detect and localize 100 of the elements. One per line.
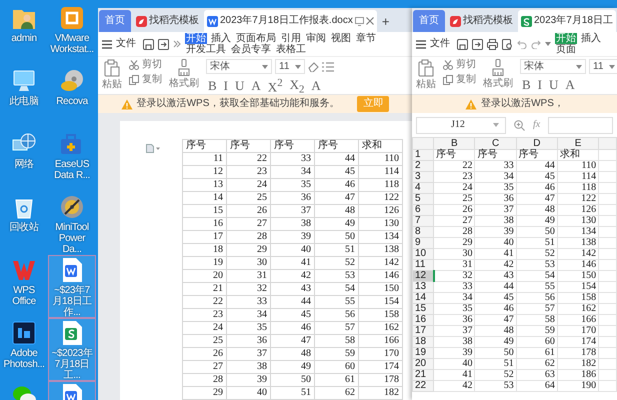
caret-icon[interactable] <box>545 42 551 46</box>
document-icon[interactable] <box>146 144 160 153</box>
font-size-dropdown[interactable]: 11 <box>589 59 617 74</box>
brush-icon[interactable] <box>178 59 190 76</box>
caret-icon[interactable] <box>576 64 582 68</box>
desktop-shortcut[interactable]: WPS Office <box>0 255 48 318</box>
format-button[interactable]: A <box>249 78 263 94</box>
ribbon-tab[interactable]: 开始 <box>185 33 207 44</box>
ribbon-tab[interactable]: 章节 <box>355 33 377 44</box>
caret-icon[interactable] <box>295 64 301 68</box>
eraser-icon[interactable] <box>308 62 319 72</box>
formula-field[interactable] <box>548 116 613 134</box>
row-header[interactable]: 3 <box>412 172 434 182</box>
ribbon-tab[interactable]: 开发工具 <box>185 44 227 55</box>
format-button[interactable]: X$^{2}$ <box>266 77 285 96</box>
name-box[interactable]: J12 <box>416 116 506 134</box>
desktop-shortcut[interactable]: Adobe Photosh... <box>0 318 48 381</box>
menu-icon[interactable] <box>102 40 112 48</box>
caret-icon[interactable] <box>493 123 499 127</box>
format-button[interactable]: I <box>536 77 544 93</box>
tab[interactable]: 找稻壳模板 <box>133 10 202 32</box>
desktop-shortcut[interactable]: 网络 <box>0 129 48 192</box>
ribbon-tab[interactable]: 审阅 <box>305 33 327 44</box>
desktop-shortcut[interactable]: admin <box>0 3 48 66</box>
ribbon-tab[interactable]: 视图 <box>330 33 352 44</box>
row-header[interactable]: 11 <box>412 260 434 270</box>
row-header[interactable]: 16 <box>412 314 434 326</box>
cut-button[interactable]: 剪切 <box>456 59 476 71</box>
print-icon[interactable] <box>487 38 498 50</box>
cut-button[interactable]: 剪切 <box>142 59 162 71</box>
row-header[interactable]: 19 <box>412 348 434 358</box>
font-dropdown[interactable]: 宋体 <box>206 59 272 74</box>
desktop-shortcut[interactable]: MiniTool Power Da... <box>48 192 96 255</box>
save-icon[interactable] <box>143 38 154 50</box>
tab[interactable]: 2023年7月18日工作报表.docx <box>204 10 377 32</box>
paste-icon[interactable] <box>418 59 434 77</box>
tab[interactable]: 找稻壳模板 <box>447 10 516 32</box>
zoom-icon[interactable] <box>514 120 525 130</box>
format-button[interactable]: U <box>233 78 246 94</box>
preview-icon[interactable] <box>502 38 513 50</box>
ribbon-tab[interactable]: 表格工 <box>275 44 307 55</box>
tab[interactable]: 2023年7月18日工 <box>518 10 616 32</box>
save-icon[interactable] <box>457 38 468 50</box>
ribbon-tab[interactable]: 引用 <box>280 33 302 44</box>
row-header[interactable]: 14 <box>412 292 434 304</box>
row-header[interactable]: 15 <box>412 304 434 314</box>
row-header[interactable]: 13 <box>412 282 434 292</box>
copy-button[interactable]: 复制 <box>142 74 162 86</box>
caret-icon[interactable] <box>262 64 268 68</box>
column-header[interactable]: E <box>557 138 599 150</box>
ribbon-tab[interactable]: 页面 <box>555 44 577 55</box>
row-header[interactable]: 4 <box>412 182 434 194</box>
undo-icon[interactable] <box>517 39 527 49</box>
row-header[interactable]: 20 <box>412 358 434 370</box>
row-header[interactable]: 10 <box>412 248 434 260</box>
format-button[interactable]: A <box>563 77 577 93</box>
paste-button[interactable]: 粘贴 <box>102 79 122 91</box>
format-painter-button[interactable]: 格式刷 <box>483 78 513 90</box>
paste-icon[interactable] <box>104 59 120 77</box>
format-button[interactable]: U <box>547 77 560 93</box>
copy-icon[interactable] <box>129 75 139 85</box>
ribbon-tab[interactable]: 插入 <box>210 33 232 44</box>
row-header[interactable]: 22 <box>412 380 434 392</box>
format-painter-button[interactable]: 格式刷 <box>169 78 199 90</box>
row-header[interactable]: 6 <box>412 204 434 216</box>
brush-icon[interactable] <box>492 59 504 76</box>
row-header[interactable]: 21 <box>412 370 434 380</box>
row-header[interactable]: 18 <box>412 336 434 348</box>
file-menu[interactable]: 文件 <box>430 38 450 50</box>
menu-icon[interactable] <box>416 40 426 48</box>
export-icon[interactable] <box>158 38 169 50</box>
desktop-shortcut[interactable]: EaseUS Data R... <box>48 129 96 192</box>
row-header[interactable]: 5 <box>412 194 434 204</box>
desktop-shortcut[interactable]: 此电脑 <box>0 66 48 129</box>
row-header[interactable]: 7 <box>412 216 434 226</box>
format-button[interactable]: I <box>222 78 230 94</box>
file-menu[interactable]: 文件 <box>116 38 136 50</box>
row-header[interactable]: 2 <box>412 160 434 172</box>
scissors-icon[interactable] <box>443 60 453 70</box>
desktop-shortcut[interactable]: 回收站 <box>0 192 48 255</box>
row-header[interactable]: 8 <box>412 226 434 238</box>
desktop-shortcut[interactable]: Recova <box>48 66 96 129</box>
desktop-shortcut[interactable]: VMware Workstat... <box>48 3 96 66</box>
copy-icon[interactable] <box>443 75 453 85</box>
format-button[interactable]: B <box>206 78 219 94</box>
column-header[interactable]: C <box>474 138 516 150</box>
column-header[interactable]: B <box>434 138 475 150</box>
row-header[interactable]: 9 <box>412 238 434 248</box>
new-tab-button[interactable]: + <box>378 16 392 32</box>
font-size-dropdown[interactable]: 11 <box>275 59 305 74</box>
row-header[interactable]: 1 <box>412 150 434 160</box>
format-button[interactable]: A <box>309 78 323 94</box>
screen-icon[interactable] <box>354 16 364 26</box>
ribbon-tab[interactable]: 插入 <box>580 33 602 44</box>
redo-icon[interactable] <box>531 39 541 49</box>
caret-icon[interactable] <box>609 64 615 68</box>
close-icon[interactable] <box>366 17 374 25</box>
double-chevron-icon[interactable] <box>173 40 181 48</box>
row-header[interactable]: 17 <box>412 326 434 336</box>
scissors-icon[interactable] <box>129 60 139 70</box>
